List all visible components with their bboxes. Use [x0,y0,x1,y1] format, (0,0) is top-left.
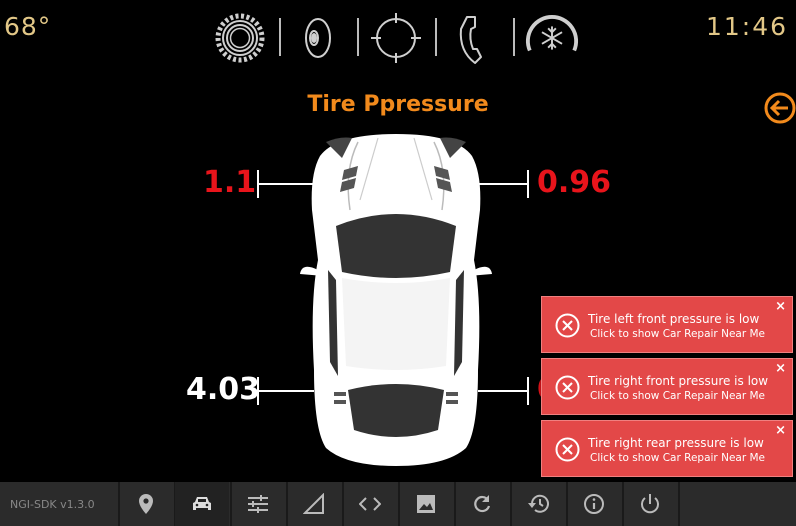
front-left-gauge-line [257,170,314,198]
car-icon[interactable] [175,482,229,526]
history-icon[interactable] [511,482,565,526]
error-circle-icon [555,375,580,400]
top-status-bar: 68° 11:46 [0,0,796,66]
rear-right-gauge-line [478,377,529,405]
navigation-target-icon[interactable] [368,10,424,66]
signal-icon[interactable] [287,482,341,526]
nav-divider [678,482,680,526]
info-icon[interactable] [567,482,621,526]
top-divider [435,18,437,56]
alert-title: Tire right rear pressure is low [588,436,764,450]
phone-icon[interactable] [446,10,502,66]
alert-subtitle: Click to show Car Repair Near Me [590,328,766,340]
sdk-version-label: NGI-SDK v1.3.0 [10,498,95,511]
back-arrow-icon[interactable] [764,92,796,124]
error-circle-icon [555,313,580,338]
front-right-gauge-line [478,170,529,198]
top-divider [357,18,359,56]
bottom-nav-bar: NGI-SDK v1.3.0 [0,482,796,526]
climate-icon[interactable] [524,10,580,66]
alert-title: Tire left front pressure is low [588,312,760,326]
top-divider [513,18,515,56]
alert-subtitle: Click to show Car Repair Near Me [590,390,766,402]
tune-icon[interactable] [231,482,285,526]
front-right-pressure: 0.96 [537,165,612,200]
front-left-pressure: 1.1 [203,165,257,200]
location-icon[interactable] [119,482,173,526]
close-icon[interactable]: × [775,299,786,314]
alert-toast-rear-right[interactable]: Tire right rear pressure is low Click to… [541,420,793,477]
page-title: Tire Ppressure [307,92,489,117]
top-divider [279,18,281,56]
rear-left-pressure: 4.03 [186,372,261,407]
settings-icon[interactable] [212,10,268,66]
error-circle-icon [555,437,580,462]
alert-title: Tire right front pressure is low [588,374,769,388]
temperature-readout: 68° [4,12,52,41]
close-icon[interactable]: × [775,361,786,376]
audio-icon[interactable] [290,10,346,66]
clock-readout: 11:46 [705,12,788,41]
code-icon[interactable] [343,482,397,526]
refresh-icon[interactable] [455,482,509,526]
image-icon[interactable] [399,482,453,526]
alert-subtitle: Click to show Car Repair Near Me [590,452,766,464]
rear-left-gauge-line [257,377,314,405]
close-icon[interactable]: × [775,423,786,438]
car-top-view [296,130,496,470]
power-icon[interactable] [623,482,677,526]
alert-toast-front-left[interactable]: Tire left front pressure is low Click to… [541,296,793,353]
alert-toast-front-right[interactable]: Tire right front pressure is low Click t… [541,358,793,415]
